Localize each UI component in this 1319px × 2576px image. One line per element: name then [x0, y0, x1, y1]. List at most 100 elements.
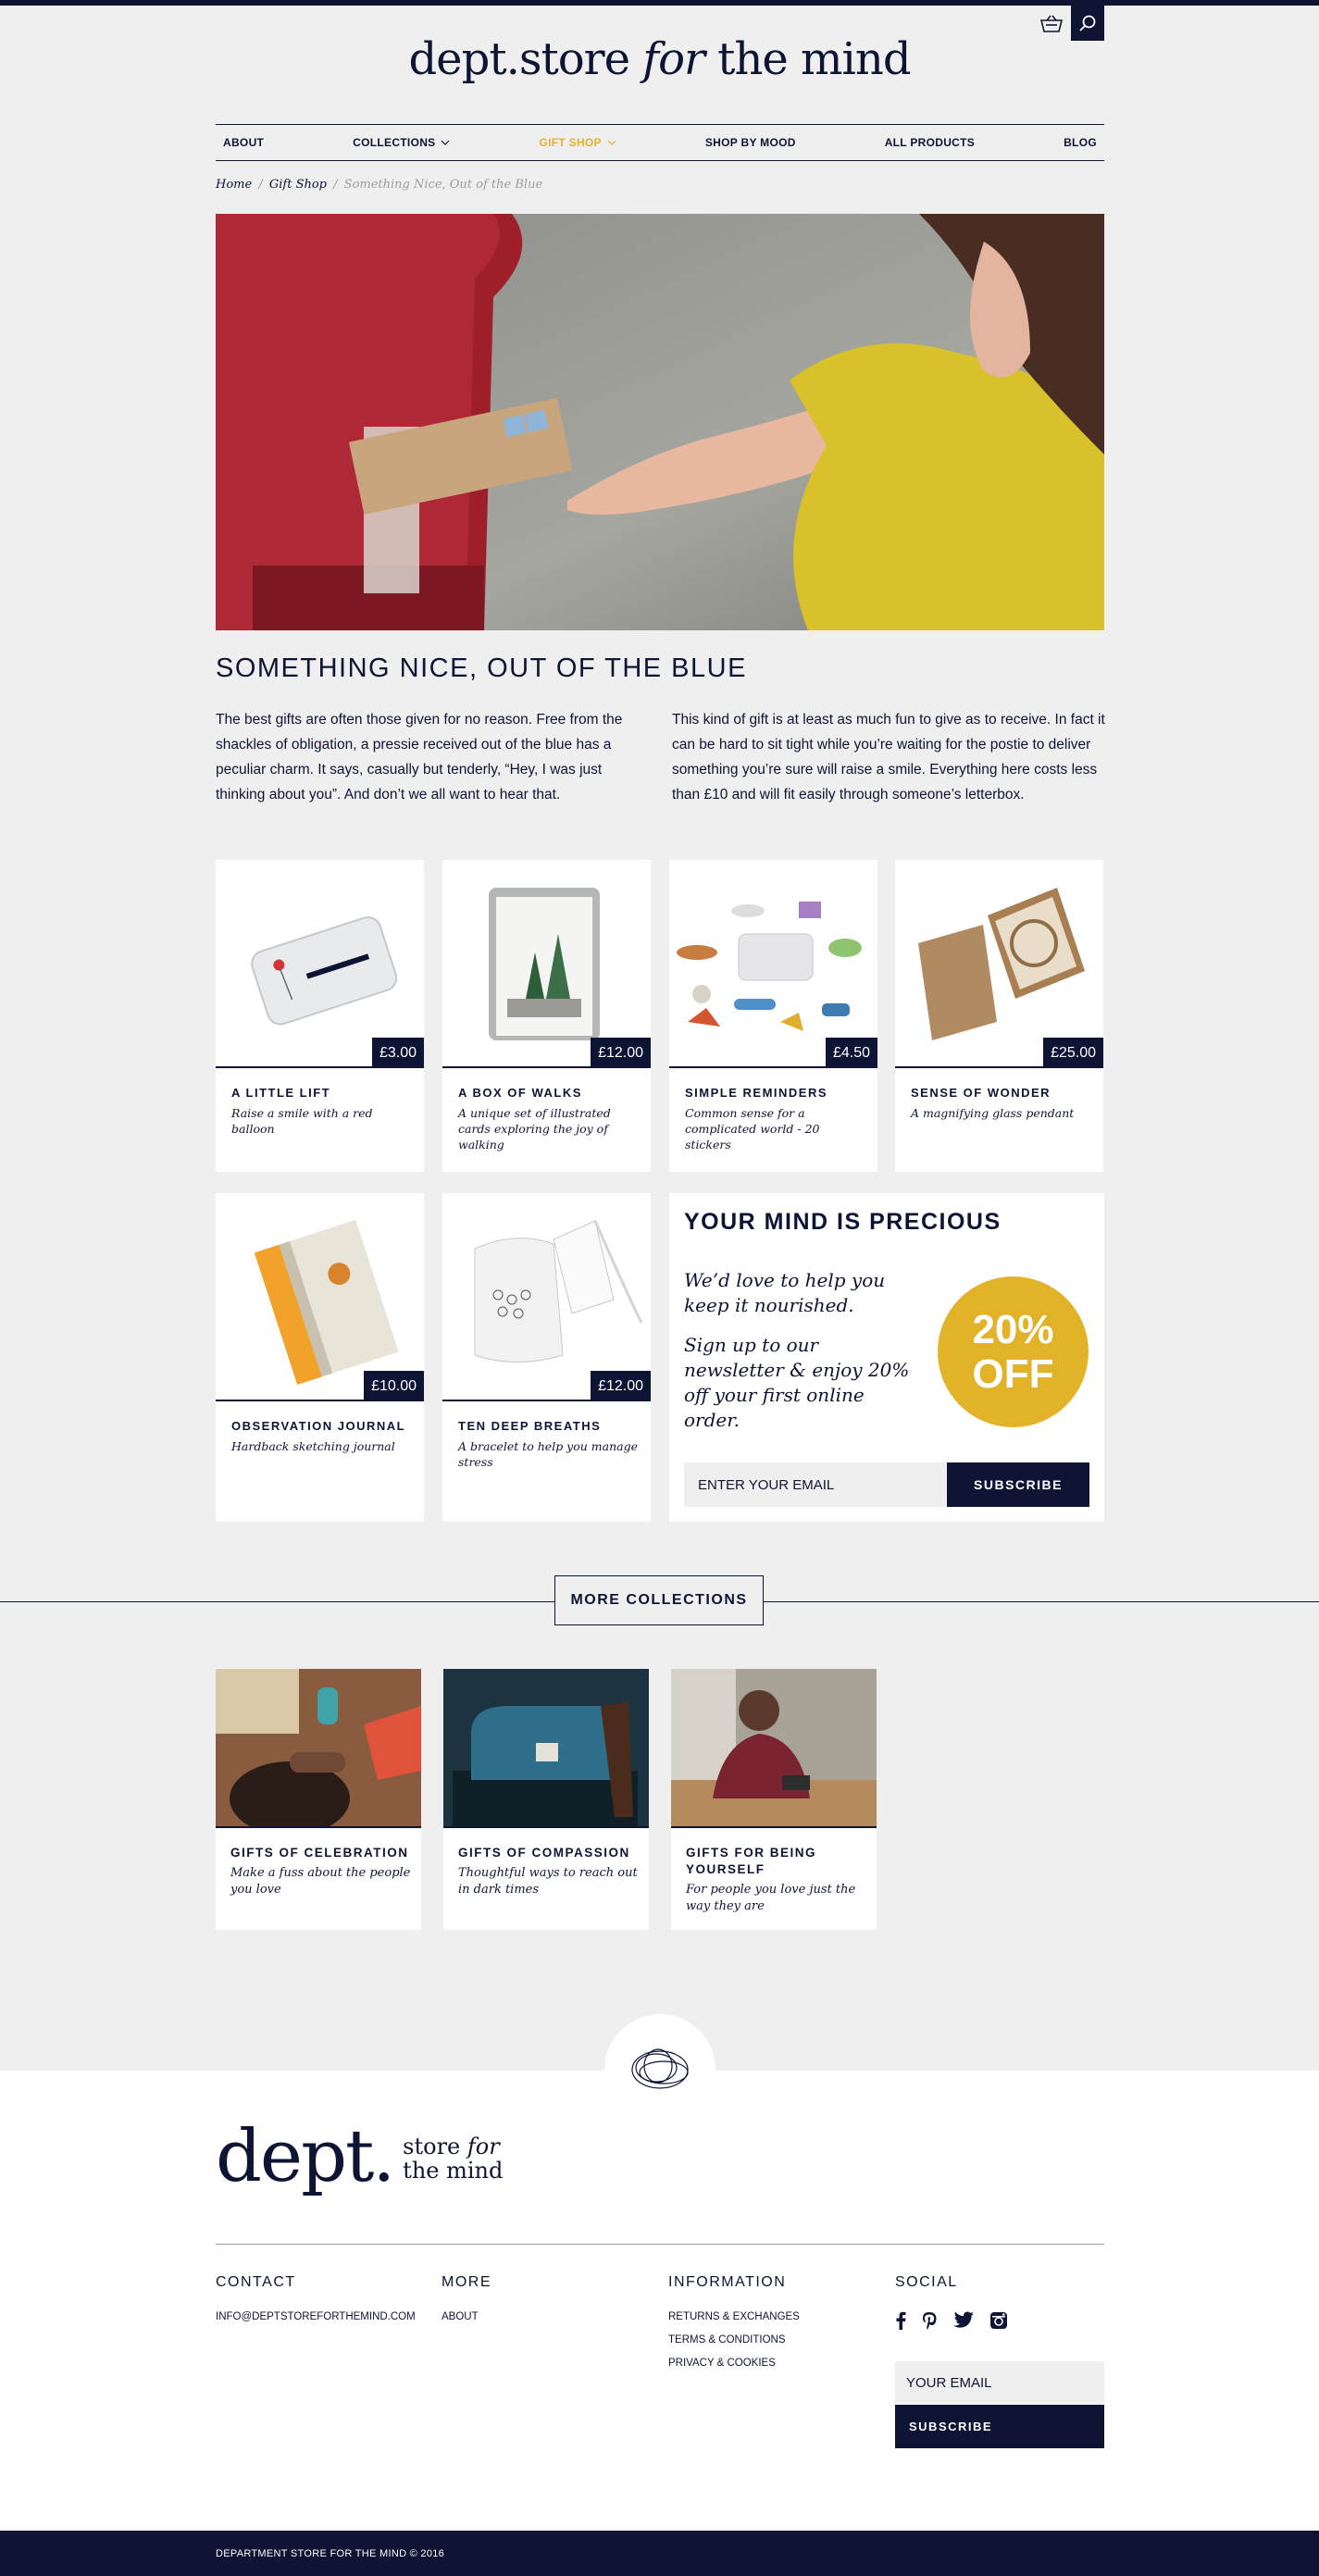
nav-item-all-products[interactable]: ALL PRODUCTS: [885, 136, 975, 149]
pinterest-icon[interactable]: [921, 2311, 938, 2330]
facebook-icon[interactable]: [895, 2311, 906, 2330]
newsletter-line-1: We’d love to help you keep it nourished.: [684, 1269, 886, 1316]
product-card-observation-journal[interactable]: £10.00 OBSERVATION JOURNAL Hardback sket…: [216, 1193, 424, 1522]
product-card-ten-deep-breaths[interactable]: £12.00 TEN DEEP BREATHS A bracelet to he…: [442, 1193, 651, 1522]
footer-contact: CONTACT INFO@DEPTSTOREFORTHEMIND.COM: [216, 2274, 416, 2334]
newsletter-panel: YOUR MIND IS PRECIOUS We’d love to help …: [669, 1193, 1104, 1522]
logo-italic: for: [642, 33, 705, 85]
nav-item-shop-by-mood[interactable]: SHOP BY MOOD: [705, 136, 796, 149]
discount-badge: 20% OFF: [938, 1276, 1089, 1427]
footer-heading: INFORMATION: [668, 2274, 787, 2290]
top-accent-bar: [0, 0, 1319, 6]
nav-label: ALL PRODUCTS: [884, 136, 976, 149]
logo-main: dept.store: [408, 33, 630, 85]
product-description: A bracelet to help you manage stress: [458, 1439, 638, 1469]
nav-item-about[interactable]: ABOUT: [223, 136, 264, 149]
chevron-down-icon: [607, 140, 616, 145]
nav-label: SHOP BY MOOD: [704, 136, 796, 149]
collection-card-being-yourself[interactable]: GIFTS FOR BEING YOURSELF For people you …: [671, 1669, 877, 1930]
copyright-text: DEPARTMENT STORE FOR THE MIND © 2016: [216, 2547, 445, 2559]
footer-logo-the-mind: the mind: [403, 2158, 504, 2184]
footer-heading: MORE: [442, 2274, 492, 2290]
hero-image: [216, 214, 1104, 630]
product-description: Raise a smile with a red balloon: [231, 1106, 373, 1136]
collection-image: [443, 1669, 649, 1828]
scribble-icon: [604, 2014, 715, 2125]
price-tag: £10.00: [364, 1371, 424, 1401]
nav-label: ABOUT: [223, 136, 265, 149]
footer-subscribe-button[interactable]: SUBSCRIBE: [895, 2405, 1104, 2448]
footer-information: INFORMATION RETURNS & EXCHANGES TERMS & …: [668, 2274, 800, 2381]
product-name: SIMPLE REMINDERS: [685, 1086, 828, 1100]
product-description: Common sense for a complicated world - 2…: [685, 1106, 820, 1151]
footer-logo[interactable]: dept. store for the mind: [216, 2120, 503, 2194]
product-name: SENSE OF WONDER: [911, 1086, 1051, 1100]
product-name: A BOX OF WALKS: [458, 1086, 582, 1100]
site-logo[interactable]: dept.store for the mind: [0, 33, 1319, 85]
footer-link-about[interactable]: ABOUT: [442, 2311, 492, 2322]
price-tag: £4.50: [825, 1038, 877, 1068]
collection-name: GIFTS FOR BEING YOURSELF: [686, 1846, 817, 1876]
breadcrumb: Home / Gift Shop / Something Nice, Out o…: [216, 178, 542, 192]
newsletter-email-input[interactable]: ENTER YOUR EMAIL: [684, 1462, 947, 1507]
search-icon: [1078, 14, 1097, 32]
nav-item-blog[interactable]: BLOG: [1064, 136, 1097, 149]
newsletter-heading: YOUR MIND IS PRECIOUS: [684, 1209, 1002, 1235]
copyright-bar: DEPARTMENT STORE FOR THE MIND © 2016: [0, 2531, 1319, 2576]
chevron-down-icon: [441, 140, 450, 145]
collection-image: [216, 1669, 421, 1828]
badge-off: OFF: [972, 1350, 1054, 1397]
breadcrumb-gift-shop[interactable]: Gift Shop: [269, 178, 327, 192]
newsletter-subscribe-button[interactable]: SUBSCRIBE: [947, 1462, 1089, 1507]
breadcrumb-home[interactable]: Home: [216, 178, 252, 192]
breadcrumb-current: Something Nice, Out of the Blue: [343, 178, 543, 192]
product-description: A unique set of illustrated cards explor…: [458, 1106, 611, 1151]
price-tag: £12.00: [591, 1038, 651, 1068]
more-collections-button[interactable]: MORE COLLECTIONS: [554, 1575, 764, 1625]
footer-heading: SOCIAL: [895, 2274, 958, 2290]
footer: [0, 2071, 1319, 2531]
nav-label: BLOG: [1064, 136, 1097, 149]
product-card-a-box-of-walks[interactable]: £12.00 A BOX OF WALKS A unique set of il…: [442, 860, 651, 1172]
nav-label: COLLECTIONS: [353, 136, 436, 149]
price-tag: £3.00: [371, 1038, 424, 1068]
footer-link-privacy[interactable]: PRIVACY & COOKIES: [668, 2358, 800, 2369]
product-name: OBSERVATION JOURNAL: [231, 1419, 406, 1433]
collection-name: GIFTS OF CELEBRATION: [230, 1846, 409, 1860]
collection-description: Thoughtful ways to reach out in dark tim…: [458, 1866, 638, 1897]
newsletter-line-2: Sign up to our newsletter & enjoy 20% of…: [684, 1334, 910, 1431]
collection-name: GIFTS OF COMPASSION: [458, 1846, 630, 1860]
product-name: A LITTLE LIFT: [231, 1086, 331, 1100]
intro-paragraph-right: This kind of gift is at least as much fu…: [672, 712, 1105, 803]
footer-heading: CONTACT: [216, 2274, 296, 2290]
product-card-sense-of-wonder[interactable]: £25.00 SENSE OF WONDER A magnifying glas…: [895, 860, 1103, 1172]
footer-logo-for: for: [467, 2134, 500, 2159]
collection-image: [671, 1669, 877, 1828]
intro-paragraph-left: The best gifts are often those given for…: [216, 712, 623, 803]
footer-email-input[interactable]: YOUR EMAIL: [895, 2361, 1104, 2404]
nav-item-collections[interactable]: COLLECTIONS: [353, 136, 450, 149]
main-nav: ABOUT COLLECTIONS GIFT SHOP SHOP BY MOOD…: [216, 124, 1104, 161]
footer-logo-dept: dept.: [216, 2115, 395, 2198]
breadcrumb-separator: /: [333, 178, 338, 192]
footer-contact-email[interactable]: INFO@DEPTSTOREFORTHEMIND.COM: [216, 2311, 416, 2322]
page-title: SOMETHING NICE, OUT OF THE BLUE: [216, 653, 747, 683]
footer-logo-store: store: [403, 2134, 461, 2159]
footer-link-terms[interactable]: TERMS & CONDITIONS: [668, 2334, 800, 2346]
product-name: TEN DEEP BREATHS: [458, 1419, 602, 1433]
footer-link-returns[interactable]: RETURNS & EXCHANGES: [668, 2311, 800, 2322]
footer-logo-tagline: store for the mind: [403, 2134, 503, 2183]
collection-card-celebration[interactable]: GIFTS OF CELEBRATION Make a fuss about t…: [216, 1669, 421, 1930]
nav-item-gift-shop[interactable]: GIFT SHOP: [539, 136, 616, 149]
product-card-a-little-lift[interactable]: £3.00 A LITTLE LIFT Raise a smile with a…: [216, 860, 424, 1172]
nav-label: GIFT SHOP: [539, 136, 602, 149]
price-tag: £25.00: [1043, 1038, 1103, 1068]
product-card-simple-reminders[interactable]: £4.50 SIMPLE REMINDERS Common sense for …: [669, 860, 877, 1172]
collection-description: For people you love just the way they ar…: [686, 1883, 856, 1913]
collection-description: Make a fuss about the people you love: [230, 1866, 411, 1897]
instagram-icon[interactable]: [989, 2311, 1008, 2330]
breadcrumb-separator: /: [258, 178, 263, 192]
collection-card-compassion[interactable]: GIFTS OF COMPASSION Thoughtful ways to r…: [443, 1669, 649, 1930]
twitter-icon[interactable]: [952, 2311, 975, 2330]
price-tag: £12.00: [591, 1371, 651, 1401]
